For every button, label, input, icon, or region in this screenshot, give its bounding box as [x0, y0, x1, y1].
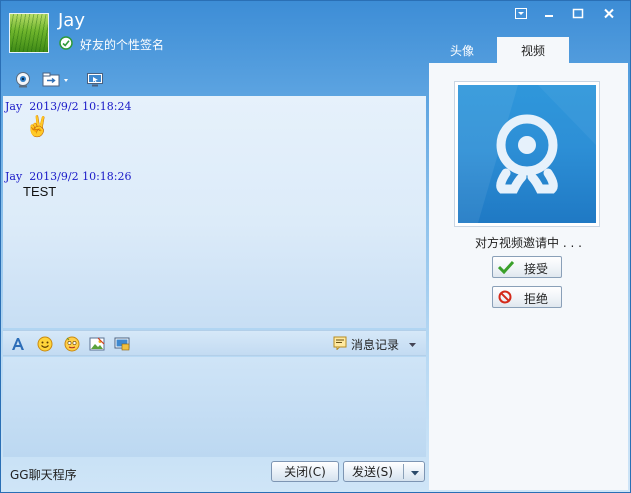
accept-label: 接受 — [524, 262, 549, 276]
close-button[interactable]: 关闭(C) — [271, 461, 339, 482]
message-timestamp: 2013/9/2 10:18:26 — [29, 170, 132, 183]
app-name-label: GG聊天程序 — [10, 468, 77, 482]
avatar[interactable] — [9, 13, 49, 53]
reject-label: 拒绝 — [524, 292, 549, 306]
send-button-divider — [403, 464, 404, 479]
emoji-face-icon[interactable] — [63, 335, 81, 353]
tab-video[interactable]: 视频 — [497, 37, 569, 63]
message-input[interactable] — [3, 357, 426, 457]
message-timestamp: 2013/9/2 10:18:24 — [29, 100, 132, 113]
chevron-down-icon — [409, 337, 417, 351]
message-header: Jay 2013/9/2 10:18:24 — [5, 100, 132, 113]
minimize-icon[interactable] — [539, 5, 559, 21]
close-icon[interactable] — [599, 5, 619, 21]
remote-desktop-icon[interactable] — [86, 71, 104, 89]
victory-hand-emoji: ✌ — [25, 116, 50, 138]
message-sender: Jay — [5, 170, 23, 183]
chevron-down-icon — [410, 465, 419, 479]
reject-button[interactable]: 拒绝 — [492, 286, 562, 308]
chat-window: Jay 好友的个性签名 Jay 2013/9/2 10:18:24 ✌ Jay … — [0, 0, 631, 493]
message-sender: Jay — [5, 100, 23, 113]
maximize-icon[interactable] — [568, 5, 588, 21]
image-icon[interactable] — [88, 335, 106, 353]
history-icon — [333, 336, 347, 353]
smiley-icon[interactable] — [36, 335, 54, 353]
screenshot-icon[interactable] — [113, 335, 131, 353]
send-label: 发送(S) — [352, 465, 393, 479]
contact-nickname: Jay — [58, 10, 85, 31]
prohibited-icon — [498, 290, 512, 304]
chat-history-area[interactable]: Jay 2013/9/2 10:18:24 ✌ Jay 2013/9/2 10:… — [3, 96, 426, 328]
signature-icon — [59, 36, 73, 50]
webcam-icon[interactable] — [14, 71, 32, 89]
history-label: 消息记录 — [351, 337, 400, 352]
input-toolbar: 消息记录 — [3, 330, 426, 356]
contact-signature: 好友的个性签名 — [80, 38, 165, 52]
file-transfer-icon[interactable] — [42, 71, 70, 89]
webcam-icon — [458, 85, 596, 223]
menu-icon[interactable] — [511, 5, 531, 21]
send-options-dropdown[interactable] — [405, 462, 424, 481]
message-header: Jay 2013/9/2 10:18:26 — [5, 170, 132, 183]
message-text: TEST — [23, 184, 57, 199]
tab-avatar[interactable]: 头像 — [431, 37, 493, 63]
video-invite-status: 对方视频邀请中 . . . — [475, 236, 582, 250]
checkmark-icon — [497, 260, 515, 275]
accept-button[interactable]: 接受 — [492, 256, 562, 278]
video-preview — [454, 81, 600, 227]
font-icon[interactable] — [9, 335, 27, 353]
message-history-button[interactable]: 消息记录 — [333, 335, 417, 353]
